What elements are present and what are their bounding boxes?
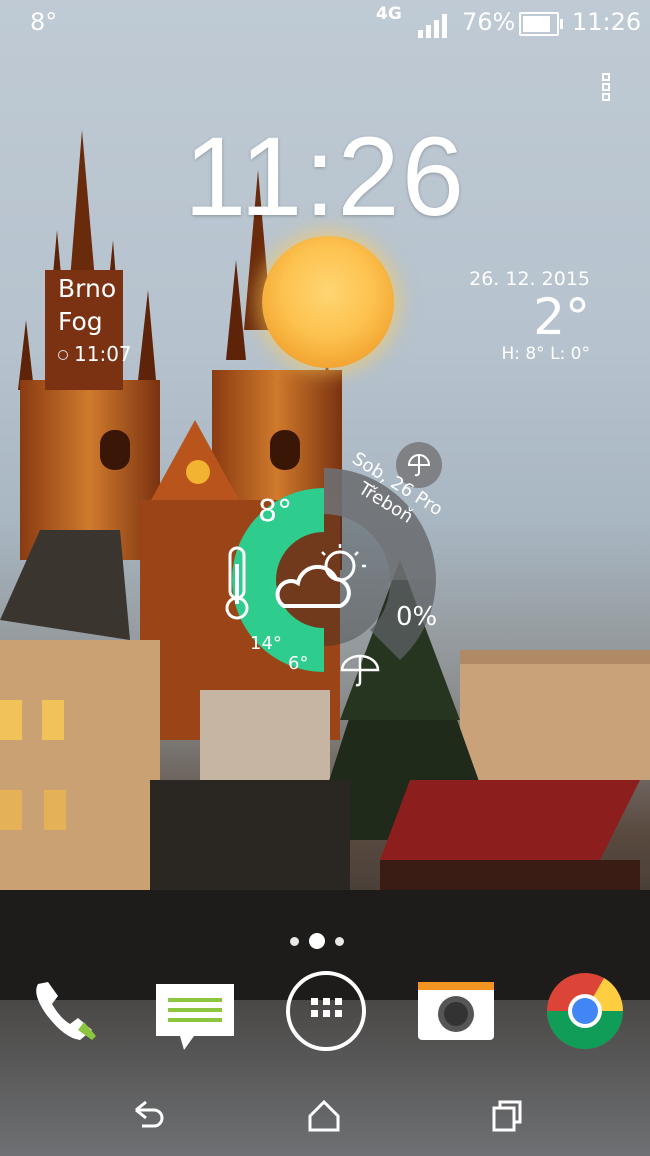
recents-icon xyxy=(492,1100,522,1132)
page-dot xyxy=(335,936,344,946)
page-indicator xyxy=(290,933,344,949)
app-dock xyxy=(0,968,650,1056)
home-icon xyxy=(308,1099,340,1132)
app-drawer-icon[interactable] xyxy=(283,968,369,1054)
weather-condition: Fog xyxy=(58,307,103,336)
battery-icon xyxy=(519,12,563,36)
battery-percent: 76% xyxy=(462,8,516,36)
back-icon xyxy=(135,1100,164,1128)
high-low: H: 8° L: 0° xyxy=(501,344,590,364)
widget-high-temp: 14° xyxy=(250,633,282,654)
chrome-icon[interactable] xyxy=(542,968,628,1054)
rain-umbrella-icon xyxy=(340,654,380,687)
weather-summary[interactable]: 26. 12. 2015 2° H: 8° L: 0° xyxy=(469,268,590,364)
last-updated-time: 11:07 xyxy=(58,338,132,371)
page-dot-active xyxy=(309,933,325,949)
city-name: Brno xyxy=(58,274,117,303)
weather-date: 26. 12. 2015 xyxy=(469,268,590,290)
widget-current-temp: 8° xyxy=(258,494,293,529)
phone-icon[interactable] xyxy=(22,968,108,1054)
battery-fill xyxy=(523,16,551,32)
weather-ring-widget[interactable]: 8° 14° 6° 0% Sob, 26 Pro Třeboň xyxy=(200,448,450,704)
home-button[interactable] xyxy=(302,1094,346,1138)
status-bar: 8° 4G 76% 11:26 xyxy=(0,0,650,46)
status-time: 11:26 xyxy=(572,8,642,36)
signal-icon xyxy=(418,14,447,38)
status-temperature: 8° xyxy=(30,8,58,36)
messages-icon[interactable] xyxy=(150,968,236,1054)
network-type: 4G xyxy=(376,4,402,24)
widget-low-temp: 6° xyxy=(288,653,309,674)
page-dot xyxy=(290,936,299,946)
sun-icon xyxy=(262,236,394,368)
weather-location[interactable]: Brno Fog 11:07 xyxy=(58,272,132,371)
recents-button[interactable] xyxy=(486,1094,530,1138)
navigation-bar xyxy=(0,1076,650,1156)
camera-icon[interactable] xyxy=(414,968,500,1054)
current-temperature: 2° xyxy=(533,288,590,346)
clock-widget[interactable]: 11:26 xyxy=(0,112,650,241)
widget-rain-chance: 0% xyxy=(396,602,438,632)
overflow-menu-icon[interactable] xyxy=(602,73,616,109)
back-button[interactable] xyxy=(124,1094,168,1138)
